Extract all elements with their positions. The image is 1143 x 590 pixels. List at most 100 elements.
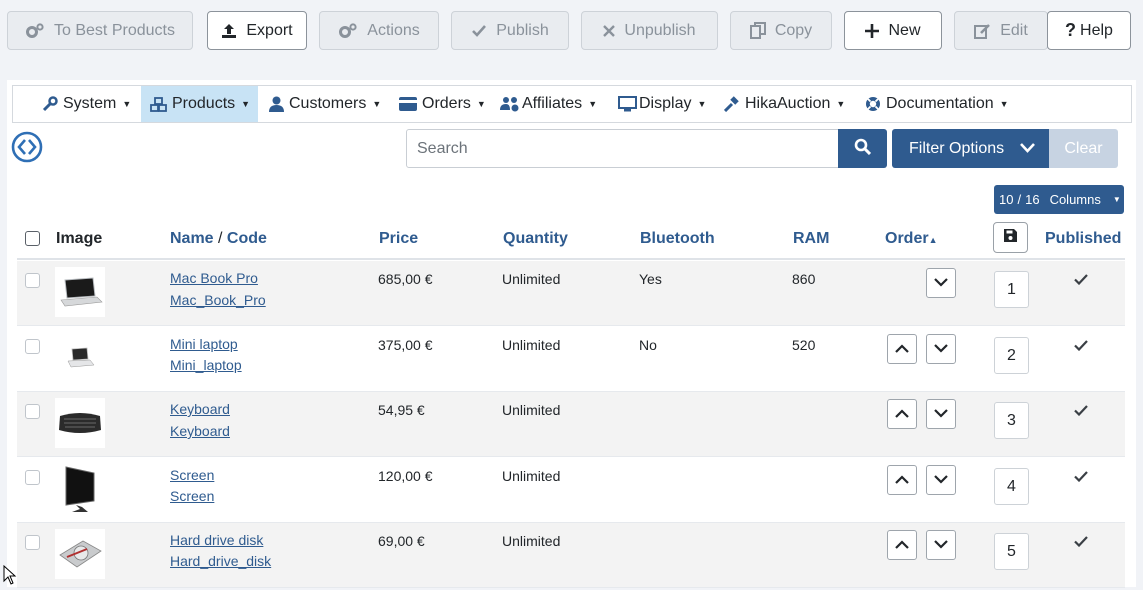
- menu-system[interactable]: System ▼: [42, 86, 131, 122]
- header-ram[interactable]: RAM: [793, 230, 829, 248]
- move-up-button[interactable]: [887, 465, 917, 495]
- product-image-screen[interactable]: [55, 464, 105, 514]
- search-icon: [854, 138, 872, 160]
- filter-options-button[interactable]: Filter Options: [892, 129, 1049, 168]
- clear-button[interactable]: Clear: [1049, 129, 1118, 168]
- edit-label: Edit: [1000, 21, 1028, 39]
- columns-dropdown[interactable]: 10 / 16 Columns ▼: [994, 185, 1124, 214]
- published-check-icon[interactable]: [1074, 469, 1088, 487]
- product-code-link[interactable]: Keyboard: [170, 423, 230, 439]
- select-all-checkbox[interactable]: [25, 231, 40, 246]
- header-published[interactable]: Published: [1045, 230, 1121, 248]
- user-icon: [269, 96, 284, 112]
- caret-down-icon: ▼: [476, 99, 486, 109]
- header-bluetooth[interactable]: Bluetooth: [640, 230, 715, 248]
- product-image-hard-drive[interactable]: [55, 529, 105, 579]
- header-name-code: Name / Code: [170, 230, 267, 248]
- header-quantity[interactable]: Quantity: [503, 230, 568, 248]
- move-down-button[interactable]: [926, 399, 956, 429]
- product-price: 69,00 €: [378, 533, 425, 549]
- header-price[interactable]: Price: [379, 230, 418, 248]
- new-button[interactable]: New: [844, 11, 942, 50]
- move-down-button[interactable]: [926, 334, 956, 364]
- copy-button[interactable]: Copy: [730, 11, 832, 50]
- product-code-link[interactable]: Screen: [170, 488, 214, 504]
- users-cog-icon: [500, 96, 520, 112]
- menu-customers[interactable]: Customers ▼: [269, 86, 381, 122]
- hikashop-logo-icon[interactable]: [11, 131, 43, 163]
- caret-down-icon: ▼: [372, 99, 382, 109]
- product-image-mini-laptop[interactable]: [55, 333, 105, 383]
- product-name-link[interactable]: Hard drive disk: [170, 532, 263, 548]
- menu-documentation[interactable]: Documentation ▼: [865, 86, 1009, 122]
- search-input[interactable]: Search: [406, 129, 839, 168]
- move-down-button[interactable]: [926, 530, 956, 560]
- menu-documentation-label: Documentation: [886, 95, 994, 112]
- move-down-button[interactable]: [926, 268, 956, 298]
- plus-icon: [865, 23, 880, 38]
- order-input[interactable]: 2: [994, 337, 1029, 374]
- caret-down-icon: ▼: [588, 99, 598, 109]
- header-code[interactable]: Code: [227, 230, 267, 247]
- export-button[interactable]: Export: [207, 11, 307, 50]
- save-order-button[interactable]: [993, 222, 1028, 253]
- published-check-icon[interactable]: [1074, 272, 1088, 290]
- header-order[interactable]: Order▲: [885, 230, 938, 248]
- help-button[interactable]: ? Help: [1047, 11, 1131, 50]
- order-input[interactable]: 5: [994, 533, 1029, 570]
- unpublish-button[interactable]: Unpublish: [581, 11, 718, 50]
- published-check-icon[interactable]: [1074, 403, 1088, 421]
- chevron-up-icon: [895, 340, 909, 358]
- product-image-keyboard[interactable]: [55, 398, 105, 448]
- order-input[interactable]: 4: [994, 468, 1029, 505]
- row-checkbox[interactable]: [25, 273, 40, 288]
- menu-products[interactable]: Products ▼: [141, 86, 258, 122]
- header-image: Image: [56, 230, 103, 247]
- actions-button[interactable]: Actions: [319, 11, 439, 50]
- product-name-link[interactable]: Keyboard: [170, 401, 230, 417]
- search-button[interactable]: [838, 129, 887, 168]
- product-code-link[interactable]: Hard_drive_disk: [170, 553, 271, 569]
- move-up-button[interactable]: [887, 399, 917, 429]
- new-label: New: [888, 21, 921, 39]
- menu-orders[interactable]: Orders ▼: [399, 86, 486, 122]
- product-name-link[interactable]: Mini laptop: [170, 336, 238, 352]
- menu-display[interactable]: Display ▼: [618, 86, 706, 122]
- move-down-button[interactable]: [926, 465, 956, 495]
- actions-label: Actions: [367, 21, 420, 39]
- row-checkbox[interactable]: [25, 470, 40, 485]
- to-best-products-button[interactable]: To Best Products: [7, 11, 193, 50]
- caret-down-icon: ▼: [1112, 195, 1121, 204]
- product-name-link[interactable]: Screen: [170, 467, 214, 483]
- header-name[interactable]: Name: [170, 230, 214, 247]
- caret-down-icon: ▼: [241, 99, 251, 109]
- row-checkbox[interactable]: [25, 339, 40, 354]
- order-input[interactable]: 1: [994, 271, 1029, 308]
- clear-label: Clear: [1064, 139, 1103, 157]
- product-ram: 520: [792, 337, 816, 353]
- filter-options-label: Filter Options: [909, 139, 1005, 157]
- row-checkbox[interactable]: [25, 535, 40, 550]
- product-image-laptop[interactable]: [55, 267, 105, 317]
- publish-button[interactable]: Publish: [451, 11, 569, 50]
- product-code-link[interactable]: Mini_laptop: [170, 357, 242, 373]
- published-check-icon[interactable]: [1074, 338, 1088, 356]
- menu-affiliates[interactable]: Affiliates ▼: [500, 86, 597, 122]
- product-code-link[interactable]: Mac_Book_Pro: [170, 292, 266, 308]
- move-up-button[interactable]: [887, 334, 917, 364]
- columns-label: Columns: [1049, 192, 1101, 207]
- published-check-icon[interactable]: [1074, 534, 1088, 552]
- row-checkbox[interactable]: [25, 404, 40, 419]
- life-ring-icon: [865, 96, 881, 112]
- order-input[interactable]: 3: [994, 402, 1029, 439]
- toolbar: To Best Products Export Actions Publish …: [0, 0, 1143, 64]
- main-panel: System ▼ Products ▼ Customers ▼ Orders ▼: [7, 80, 1136, 588]
- product-quantity: Unlimited: [502, 271, 561, 287]
- menu-hikaauction[interactable]: HikaAuction ▼: [724, 86, 845, 122]
- product-price: 685,00 €: [378, 271, 433, 287]
- move-up-button[interactable]: [887, 530, 917, 560]
- edit-button[interactable]: Edit: [954, 11, 1048, 50]
- chevron-up-icon: [895, 405, 909, 423]
- product-name-link[interactable]: Mac Book Pro: [170, 270, 258, 286]
- sort-asc-icon: ▲: [928, 235, 938, 245]
